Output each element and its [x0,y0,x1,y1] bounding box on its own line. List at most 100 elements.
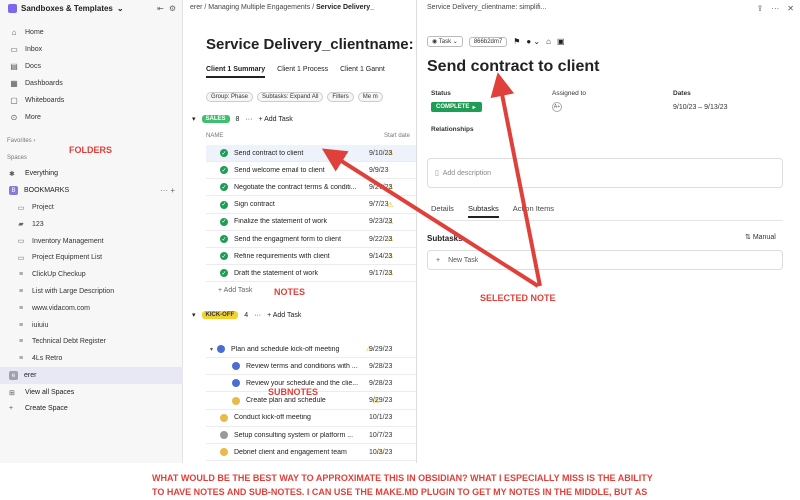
sidebar-folder[interactable]: ▭ Inventory Management [0,233,183,250]
sort-dropdown[interactable]: ⇅ Manual [745,233,776,241]
tab-client-1-gannt[interactable]: Client 1 Gannt [340,66,385,78]
detail-breadcrumb[interactable]: Service Delivery_clientname: simplifi... [427,4,546,11]
collapse-icon[interactable]: ▾ [192,311,196,319]
status-icon[interactable]: ✓ [220,200,228,209]
start-date[interactable]: 9/29/23 [369,346,392,353]
column-header-name[interactable]: NAME [206,133,223,139]
sidebar-item-docs[interactable]: ▤ Docs [0,58,183,75]
sidebar-folder[interactable]: ≡ ClickUp Checkup [0,266,183,283]
status-icon[interactable]: ✓ [220,217,228,226]
task-id-pill[interactable]: 866b2dm7 [468,36,508,47]
table-row[interactable]: ✓ Finalize the statement of work ⚠ 9/23/23 [206,214,416,231]
task-name[interactable]: Draft the statement of work [234,270,384,277]
task-name[interactable]: Sign contract [234,201,384,208]
create-space[interactable]: + Create Space [0,400,183,417]
tab-subtasks[interactable]: Subtasks [467,204,499,218]
sidebar-item-dashboards[interactable]: ▦ Dashboards [0,75,183,92]
assignee-avatar[interactable]: A+ [552,102,562,112]
status-icon[interactable]: ✓ [220,252,228,261]
status-icon[interactable]: ✓ [220,269,228,278]
description-field[interactable]: ▯ Add description [427,158,783,188]
tab-details[interactable]: Details [431,204,454,218]
table-row[interactable]: ✓ Send the engagment form to client ⚠ 9/22/… [206,231,416,248]
me-mode-chip[interactable]: Me m [357,92,383,102]
view-all-spaces[interactable]: ⊞ View all Spaces [0,384,183,401]
workspace-switcher[interactable]: Sandboxes & Templates ⌄ [8,4,124,13]
table-row[interactable]: ✓ Sign contract ⚠ 9/7/23 [206,197,416,214]
table-row[interactable]: Setup consulting system or platform ... 1… [206,427,416,444]
start-date[interactable]: 9/27/23 [369,184,392,191]
status-icon[interactable] [217,345,226,353]
start-date[interactable]: 9/17/23 [369,270,392,277]
table-row[interactable]: Conduct kick-off meeting 10/1/23 [206,410,416,427]
favorites-label[interactable]: Favorites › [7,138,35,144]
start-date[interactable]: 9/29/23 [369,397,392,404]
add-task-button[interactable]: + Add Task [258,116,292,123]
group-header-sales[interactable]: ▾ SALES 8 ··· + Add Task [192,115,293,123]
sidebar-folder[interactable]: ≡ www.vidacom.com [0,300,183,317]
task-name[interactable]: Review your schedule and the clie... [246,380,370,387]
new-task-input[interactable]: + New Task [427,250,783,270]
task-name[interactable]: Plan and schedule kick-off meeting [231,346,363,353]
priority-icon[interactable]: ● ⌄ [526,37,540,46]
task-name[interactable]: Send the engagment form to client [234,236,384,243]
task-title[interactable]: Send contract to client [427,58,599,76]
more-icon[interactable]: ··· [245,116,252,123]
start-date[interactable]: 9/14/23 [369,253,392,260]
tab-action-items[interactable]: Action Items [513,204,554,218]
start-date[interactable]: 9/23/23 [369,218,392,225]
tab-client-1-summary[interactable]: Client 1 Summary [206,66,266,78]
tag-icon[interactable]: ⌂ [546,37,551,46]
sidebar-folder[interactable]: ▭ Project [0,199,183,216]
sidebar-item-more[interactable]: ⊙ More [0,109,183,126]
status-icon[interactable] [220,413,228,422]
table-row[interactable]: ✓ Refine requirements with client ⚠ 9/14/23 [206,248,416,266]
relationships-label[interactable]: Relationships [431,126,474,133]
task-name[interactable]: Send contract to client [234,150,384,157]
space-bookmarks[interactable]: B BOOKMARKS ··· + [0,182,183,199]
start-date[interactable]: 10/3/23 [369,449,392,456]
sidebar-item-inbox[interactable]: ▭ Inbox [0,41,183,58]
breadcrumb-item[interactable]: Managing Multiple Engagements [208,4,310,11]
column-header-start-date[interactable]: Start date [384,133,410,139]
group-by-chip[interactable]: Group: Phase [206,92,254,102]
share-icon[interactable]: ⇪ [757,4,764,13]
status-icon[interactable]: ✓ [220,149,228,157]
task-name[interactable]: Conduct kick-off meeting [234,414,374,421]
table-row[interactable]: ✓ Send contract to client ⚠ 9/10/23 [206,145,416,162]
task-type-pill[interactable]: ◉ Task ⌄ [427,36,463,47]
sidebar-toggle-icon[interactable]: ⇤ [157,4,164,13]
start-date[interactable]: 9/9/23 [369,167,388,174]
table-row[interactable]: ✓ Draft the statement of work ⚠ 9/17/23 [206,265,416,283]
more-icon[interactable]: ··· [254,312,261,319]
status-icon[interactable]: ✓ [220,235,228,243]
table-row[interactable]: ✓ Negotiate the contract terms & conditi.… [206,179,416,197]
group-header-kickoff[interactable]: ▾ KICK-OFF 4 ··· + Add Task [192,311,301,319]
filters-chip[interactable]: Filters [327,92,354,102]
table-row[interactable]: Debrief client and engagement team ⚠ 10/3/… [206,444,416,462]
sidebar-folder[interactable]: ≡ iuiuiu [0,317,183,334]
task-name[interactable]: Finalize the statement of work [234,218,384,225]
status-icon[interactable] [232,362,240,371]
collapse-icon[interactable]: ▾ [192,115,196,123]
add-task-button[interactable]: + Add Task [267,312,301,319]
subtasks-chip[interactable]: Subtasks: Expand All [257,92,324,102]
sidebar-folder[interactable]: ▰ 123 [0,216,183,233]
image-icon[interactable]: ▣ [557,37,565,46]
chevron-down-icon[interactable]: ▾ [210,346,213,353]
close-icon[interactable]: ✕ [787,4,794,13]
sidebar-folder[interactable]: ▭ Project Equipment List [0,249,183,266]
breadcrumb-item[interactable]: Service Delivery_ [316,4,374,11]
start-date[interactable]: 9/10/23 [369,150,392,157]
flag-icon[interactable]: ⚑ [513,37,520,46]
table-row[interactable]: ▾ Plan and schedule kick-off meeting ⚠ 9/29… [206,341,416,358]
start-date[interactable]: 10/7/23 [369,432,392,439]
add-task-button[interactable]: + Add Task [218,287,252,294]
sidebar-item-everything[interactable]: ✱ Everything [0,165,183,182]
status-icon[interactable] [232,396,240,405]
space-actions[interactable]: ··· + [160,186,175,195]
status-icon[interactable] [220,431,228,439]
sidebar-folder[interactable]: ≡ Technical Debt Register [0,333,183,350]
more-icon[interactable]: ··· [771,4,779,13]
start-date[interactable]: 10/1/23 [369,414,392,421]
